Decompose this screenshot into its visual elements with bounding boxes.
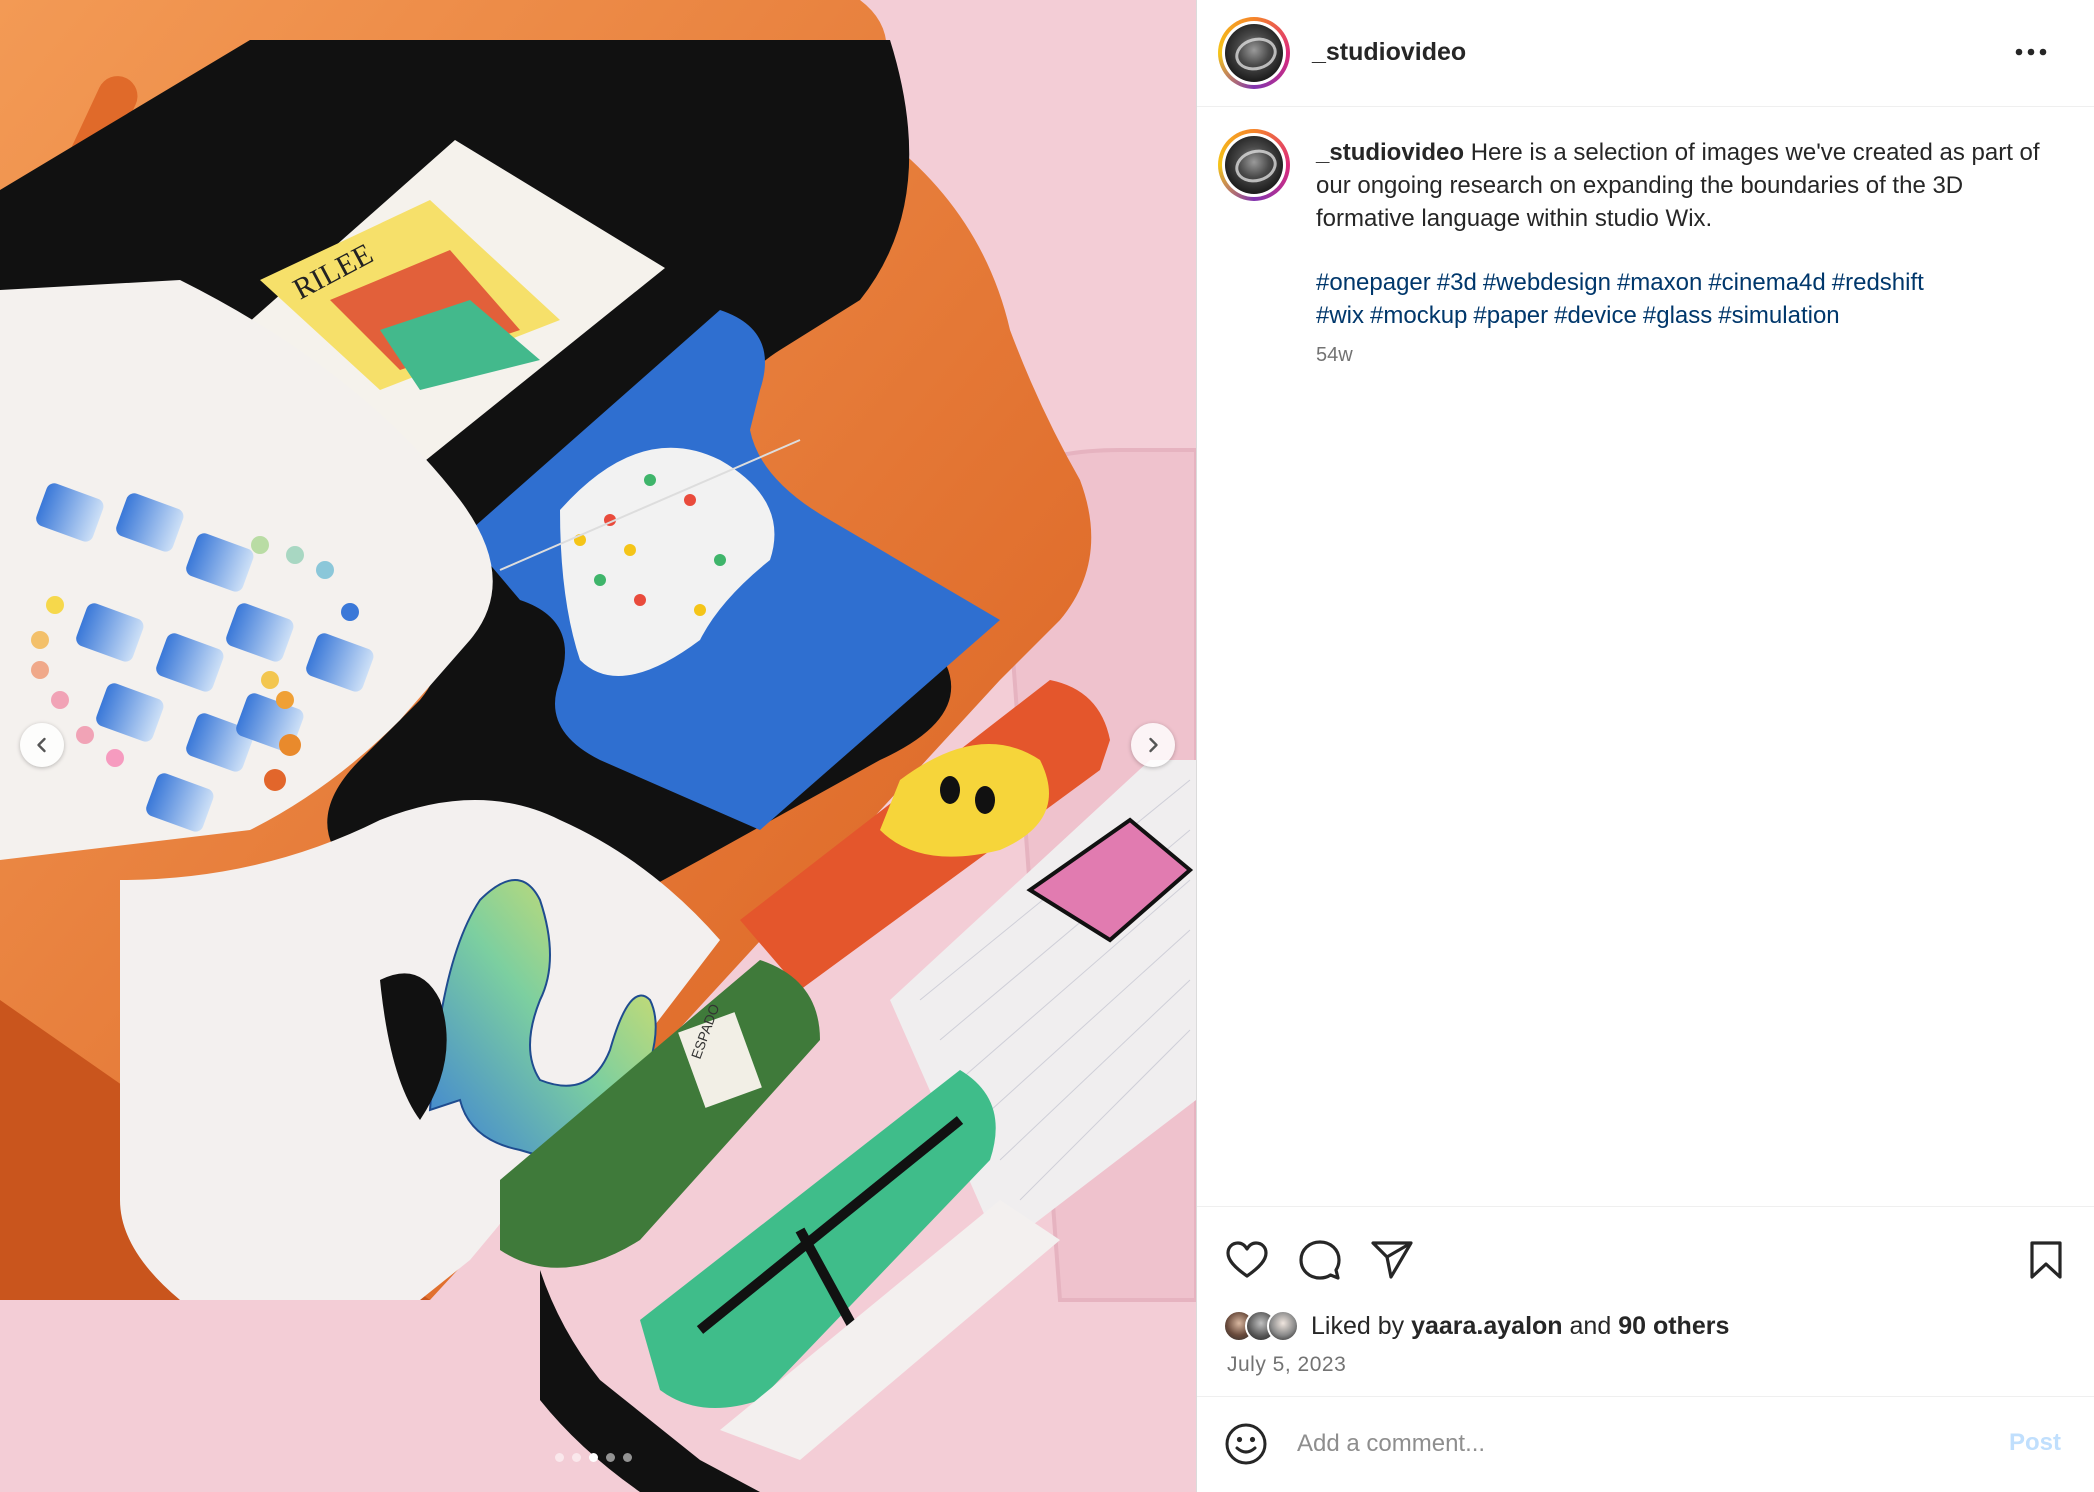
chevron-left-icon: [37, 737, 46, 753]
caption-username[interactable]: _studiovideo: [1316, 139, 1464, 166]
post-header: _studiovideo: [1197, 0, 2094, 107]
hashtag-link[interactable]: #cinema4d: [1708, 269, 1825, 296]
paper-plane-icon: [1371, 1241, 1413, 1279]
bookmark-icon: [2030, 1241, 2062, 1279]
liker-username[interactable]: yaara.ayalon: [1411, 1312, 1563, 1340]
likes-prefix: Liked by: [1311, 1311, 1405, 1340]
likes-and: and: [1569, 1311, 1612, 1340]
carousel-indicator: [555, 1453, 632, 1462]
carousel-dot: [623, 1453, 632, 1462]
post-comment-button[interactable]: Post: [2009, 1429, 2061, 1457]
hashtag-link[interactable]: #redshift: [1832, 269, 1924, 296]
hashtag-link[interactable]: #paper: [1473, 302, 1548, 329]
caption-timestamp[interactable]: 54w: [1316, 344, 1353, 367]
post-caption: _studiovideo Here is a selection of imag…: [1197, 108, 2094, 1208]
share-button[interactable]: [1369, 1237, 1415, 1283]
likes-summary: Liked by yaara.ayalon and 90 others: [1223, 1306, 1729, 1346]
caption-text: _studiovideo Here is a selection of imag…: [1316, 136, 2046, 235]
likes-others-link[interactable]: 90 others: [1618, 1312, 1729, 1340]
author-username[interactable]: _studiovideo: [1312, 38, 1466, 67]
post-details-panel: _studiovideo _studiovideo Here is a sele…: [1196, 0, 2094, 1492]
like-button[interactable]: [1224, 1237, 1270, 1283]
carousel-next-button[interactable]: [1131, 723, 1175, 767]
hashtag-link[interactable]: #maxon: [1617, 269, 1702, 296]
carousel-dot: [606, 1453, 615, 1462]
hashtag-link[interactable]: #glass: [1643, 302, 1712, 329]
hashtag-link[interactable]: #wix: [1316, 302, 1364, 329]
post-media[interactable]: RILEE ESPADO: [0, 0, 1196, 1492]
more-horizontal-icon: [2015, 48, 2047, 56]
carousel-dot: [572, 1453, 581, 1462]
emoji-smile-icon: [1225, 1423, 1267, 1465]
post-date[interactable]: July 5, 2023: [1227, 1353, 1346, 1377]
heart-icon: [1226, 1241, 1268, 1278]
liker-avatar[interactable]: [1267, 1310, 1299, 1342]
hashtag-list: #onepager #3d #webdesign #maxon #cinema4d #re…: [1316, 266, 2046, 332]
comment-bubble-icon: [1299, 1240, 1341, 1280]
post-actions: Liked by yaara.ayalon and 90 others July…: [1197, 1206, 2094, 1396]
hashtag-link[interactable]: #mockup: [1370, 302, 1467, 329]
carousel-prev-button[interactable]: [20, 723, 64, 767]
hashtag-link[interactable]: #onepager: [1316, 269, 1431, 296]
caption-avatar[interactable]: [1218, 129, 1290, 201]
save-button[interactable]: [2023, 1237, 2069, 1283]
post-image: RILEE ESPADO: [0, 0, 1196, 1492]
hashtag-link[interactable]: #3d: [1437, 269, 1477, 296]
comment-bar: Post: [1197, 1396, 2094, 1492]
comment-button[interactable]: [1297, 1237, 1343, 1283]
hashtag-link[interactable]: #webdesign: [1483, 269, 1611, 296]
author-avatar[interactable]: [1218, 17, 1290, 89]
hashtag-link[interactable]: #device: [1554, 302, 1637, 329]
chevron-right-icon: [1149, 737, 1158, 753]
carousel-dot: [555, 1453, 564, 1462]
emoji-button[interactable]: [1224, 1422, 1268, 1466]
likes-text: Liked by yaara.ayalon and 90 others: [1311, 1312, 1729, 1341]
more-options-button[interactable]: [2011, 34, 2051, 70]
carousel-dot-active: [589, 1453, 598, 1462]
hashtag-link[interactable]: #simulation: [1718, 302, 1839, 329]
comment-input[interactable]: [1297, 1419, 1937, 1469]
